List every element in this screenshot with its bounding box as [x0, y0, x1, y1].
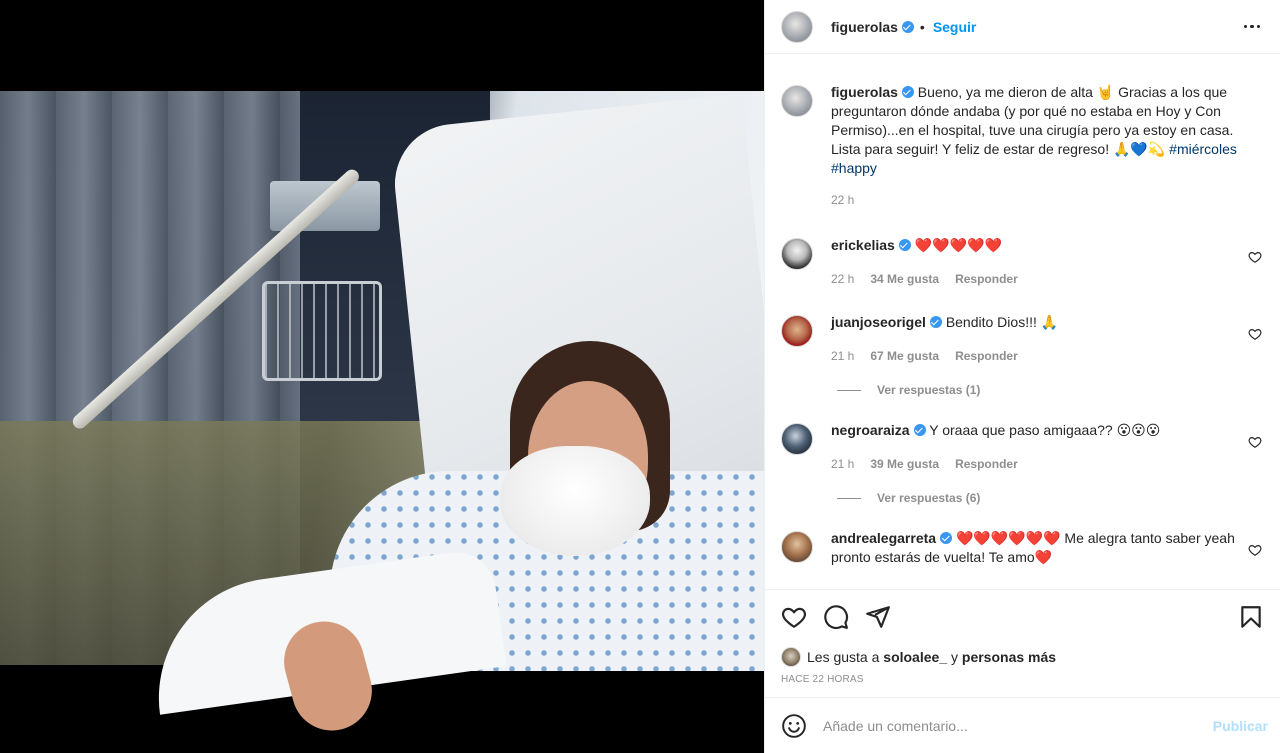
comment-text: ❤️❤️❤️❤️❤️ [914, 237, 1002, 253]
likes-prefix: Les gusta a [807, 649, 880, 665]
more-options-icon[interactable] [1240, 15, 1264, 39]
comment-item: juanjoseorigel Bendito Dios!!! 🙏 21 h 67… [781, 313, 1264, 366]
verified-badge-icon [913, 424, 926, 436]
comment-meta: 21 h 39 Me gusta Responder [831, 455, 1236, 474]
comment-avatar[interactable] [781, 531, 813, 563]
post-caption: figuerolas Bueno, ya me dieron de alta 🤘… [781, 83, 1264, 210]
comment-time[interactable]: 22 h [831, 270, 854, 289]
caption-username[interactable]: figuerolas [831, 84, 898, 100]
view-replies-label: Ver respuestas (1) [877, 383, 981, 397]
comment-meta: 21 h 67 Me gusta Responder [831, 347, 1236, 366]
heart-icon[interactable] [781, 604, 807, 630]
verified-badge-icon [898, 239, 911, 251]
action-icons [765, 590, 1280, 644]
verified-badge-icon [901, 86, 914, 98]
comment-body: andrealegarreta ❤️❤️❤️❤️❤️❤️ Me alegra t… [831, 529, 1264, 567]
author-avatar[interactable] [781, 10, 813, 43]
liker-avatar[interactable] [781, 647, 801, 667]
comment-avatar[interactable] [781, 423, 813, 455]
comment-like-heart-icon[interactable] [1248, 543, 1262, 557]
post-timestamp[interactable]: HACE 22 HORAS [765, 674, 1280, 685]
comments-list[interactable]: figuerolas Bueno, ya me dieron de alta 🤘… [765, 55, 1280, 588]
comment-item: erickelias ❤️❤️❤️❤️❤️ 22 h 34 Me gusta R… [781, 236, 1264, 289]
caption-avatar[interactable] [781, 85, 813, 117]
comment-text: Bendito Dios!!! 🙏 [945, 314, 1059, 330]
view-replies-button[interactable]: Ver respuestas (1) [837, 383, 1264, 397]
add-comment-bar: Publicar [765, 697, 1280, 753]
author-username[interactable]: figuerolas [831, 19, 898, 35]
comment-username[interactable]: juanjoseorigel [831, 314, 926, 330]
comment-username[interactable]: erickelias [831, 237, 895, 253]
likes-others-link[interactable]: personas más [962, 649, 1056, 665]
hashtag-link[interactable]: #happy [831, 160, 877, 176]
post-photo[interactable] [0, 91, 764, 740]
comment-avatar[interactable] [781, 238, 813, 270]
likes-text: Les gusta a soloalee_ y personas más [807, 649, 1056, 665]
post-media-panel [0, 0, 764, 753]
liker-username[interactable]: soloalee_ [883, 649, 947, 665]
comment-time[interactable]: 21 h [831, 347, 854, 366]
bookmark-icon[interactable] [1238, 604, 1264, 630]
replies-line [837, 497, 861, 499]
comment-body: juanjoseorigel Bendito Dios!!! 🙏 21 h 67… [831, 313, 1264, 366]
comment-time[interactable]: 21 h [831, 455, 854, 474]
comment-like-heart-icon[interactable] [1248, 435, 1262, 449]
comment-username[interactable]: andrealegarreta [831, 530, 936, 546]
comment-meta: 22 h 34 Me gusta Responder [831, 270, 1236, 289]
replies-line [837, 389, 861, 391]
comment-body: negroaraiza Y oraaa que paso amigaaa?? 😮… [831, 421, 1264, 474]
comment-likes[interactable]: 34 Me gusta [870, 270, 939, 289]
verified-badge-icon [901, 20, 914, 33]
reply-button[interactable]: Responder [955, 347, 1018, 366]
caption-body: figuerolas Bueno, ya me dieron de alta 🤘… [831, 83, 1264, 210]
photo-basket [262, 281, 382, 381]
comment-likes[interactable]: 67 Me gusta [870, 347, 939, 366]
header-separator: • [919, 18, 925, 35]
comment-text: Y oraaa que paso amigaaa?? 😮😮😮 [929, 422, 1161, 438]
view-replies-label: Ver respuestas (6) [877, 491, 981, 505]
reply-button[interactable]: Responder [955, 270, 1018, 289]
comment-icon[interactable] [823, 604, 849, 630]
comment-item: negroaraiza Y oraaa que paso amigaaa?? 😮… [781, 421, 1264, 474]
comment-avatar[interactable] [781, 315, 813, 347]
comment-body: erickelias ❤️❤️❤️❤️❤️ 22 h 34 Me gusta R… [831, 236, 1264, 289]
caption-meta: 22 h [831, 191, 1256, 210]
share-icon[interactable] [865, 604, 891, 630]
photo-mask [500, 446, 650, 556]
caption-time[interactable]: 22 h [831, 191, 854, 210]
reply-button[interactable]: Responder [955, 455, 1018, 474]
post-header: figuerolas • Seguir [765, 0, 1280, 54]
verified-badge-icon [940, 532, 953, 544]
emoji-icon[interactable] [781, 713, 807, 739]
comment-like-heart-icon[interactable] [1248, 327, 1262, 341]
follow-button[interactable]: Seguir [933, 19, 977, 35]
likes-conj: y [951, 649, 958, 665]
post-actions: Les gusta a soloalee_ y personas más HAC… [765, 589, 1280, 753]
comment-input[interactable] [823, 717, 1213, 734]
comment-item: andrealegarreta ❤️❤️❤️❤️❤️❤️ Me alegra t… [781, 529, 1264, 567]
comment-likes[interactable]: 39 Me gusta [870, 455, 939, 474]
hashtag-link[interactable]: #miércoles [1169, 141, 1237, 157]
verified-badge-icon [929, 316, 942, 328]
comment-like-heart-icon[interactable] [1248, 250, 1262, 264]
likes-summary: Les gusta a soloalee_ y personas más [765, 645, 1280, 669]
view-replies-button[interactable]: Ver respuestas (6) [837, 491, 1264, 505]
post-side-panel: figuerolas • Seguir figuerolas Bueno, ya… [764, 0, 1280, 753]
publish-button[interactable]: Publicar [1213, 718, 1268, 734]
comment-username[interactable]: negroaraiza [831, 422, 910, 438]
post-modal: figuerolas • Seguir figuerolas Bueno, ya… [0, 0, 1280, 753]
